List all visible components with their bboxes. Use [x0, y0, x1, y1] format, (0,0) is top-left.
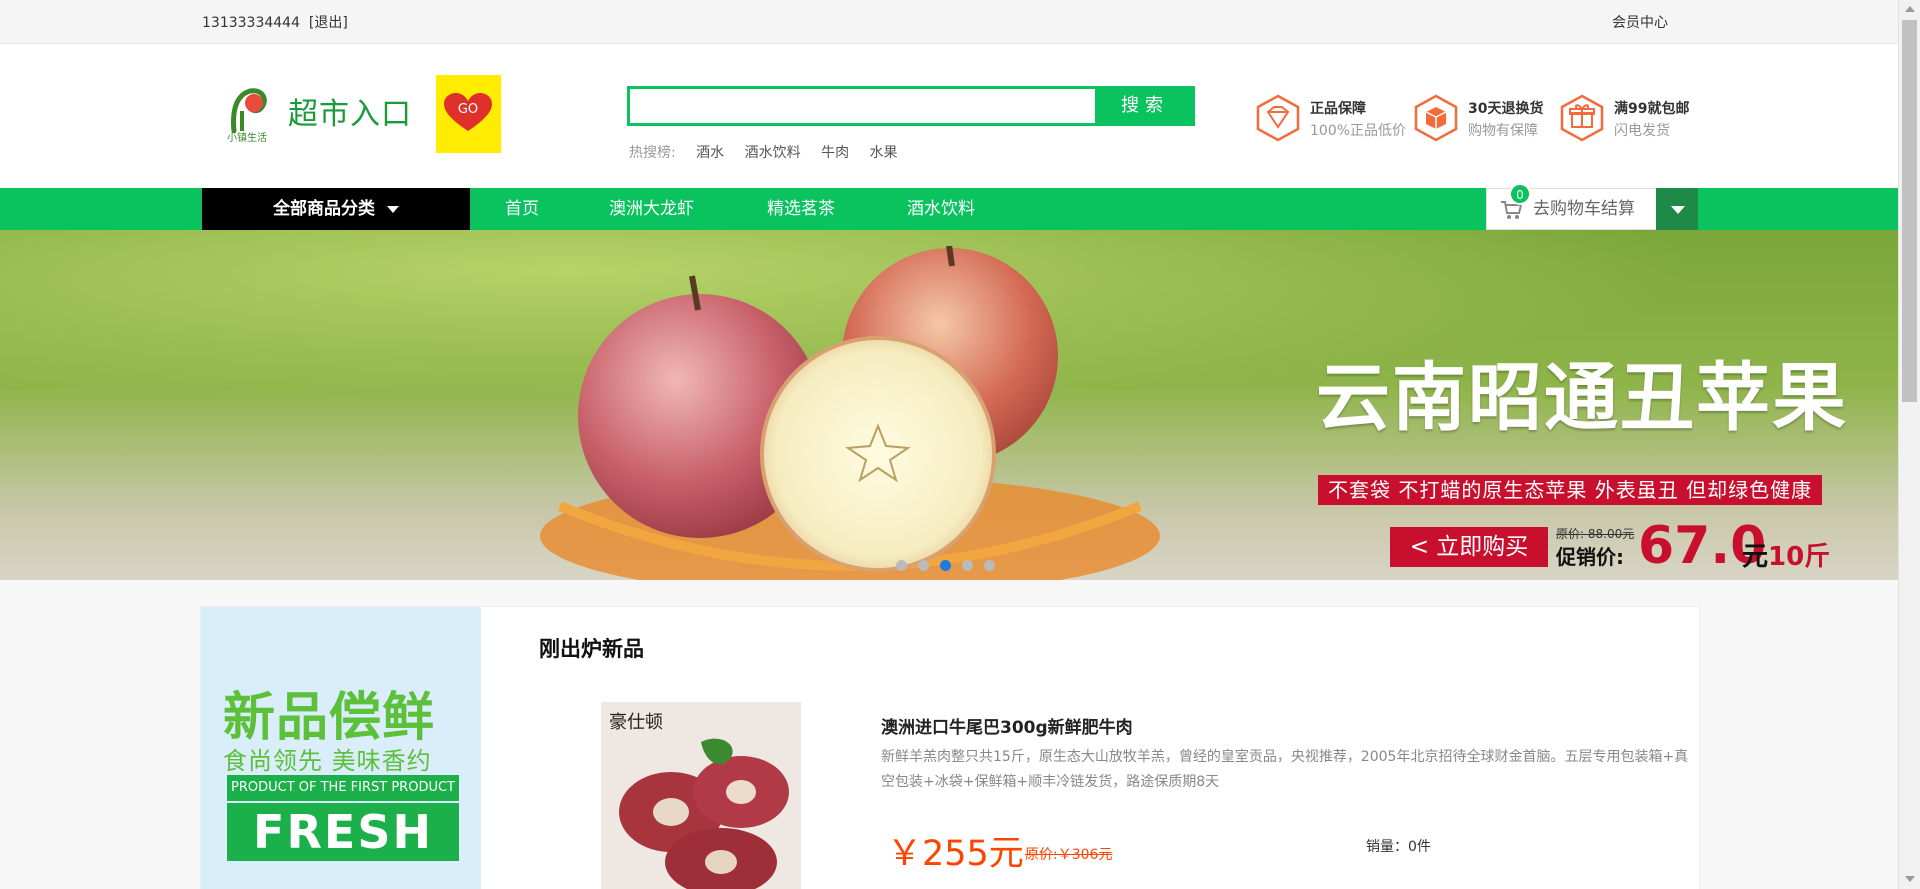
carousel-dot-active[interactable]	[940, 560, 951, 571]
search-button[interactable]: 搜索	[1095, 86, 1195, 126]
nav-link-home[interactable]: 首页	[505, 188, 539, 230]
promo-mid-text: 食尚领先 美味香约	[223, 747, 432, 775]
caret-down-icon	[1671, 206, 1685, 214]
carousel-dot[interactable]	[918, 560, 929, 571]
new-products-section: 新品偿鲜 食尚领先 美味香约 PRODUCT OF THE FIRST PROD…	[200, 606, 1700, 889]
promise-sub: 100%正品低价	[1310, 123, 1407, 139]
cart-label: 去购物车结算	[1533, 199, 1635, 219]
carousel-dot[interactable]	[962, 560, 973, 571]
buy-now-button[interactable]: < 立即购买	[1390, 527, 1548, 567]
nav-link-tea[interactable]: 精选茗茶	[767, 188, 835, 230]
scroll-down-icon[interactable]	[1905, 876, 1915, 882]
promise-genuine: 正品保障 100%正品低价	[1256, 94, 1416, 144]
banner-subline: 不套袋 不打蜡的原生态苹果 外表虽丑 但却绿色健康	[1318, 475, 1823, 505]
carousel-dots	[896, 556, 1006, 575]
hot-search-label: 热搜榜:	[629, 145, 676, 161]
bracket-close: ]	[342, 15, 348, 31]
promise-title: 满99就包邮	[1614, 101, 1690, 117]
section-title: 刚出炉新品	[539, 637, 644, 661]
member-center-link[interactable]: 会员中心	[1612, 12, 1668, 32]
logo[interactable]: 小镇生活 超市入口 GO	[222, 75, 502, 153]
user-info: 13133334444 [退出]	[202, 12, 348, 32]
heart-icon: GO	[444, 93, 492, 131]
hot-item[interactable]: 酒水	[696, 145, 724, 161]
product-name[interactable]: 澳洲进口牛尾巴300g新鲜肥牛肉	[881, 713, 1133, 738]
top-bar: 13133334444 [退出] 会员中心	[0, 0, 1898, 44]
main-nav: 全部商品分类 首页 澳洲大龙虾 精选茗茶 酒水饮料 0 去购物车结算	[0, 183, 1898, 230]
user-phone: 13133334444	[202, 15, 300, 31]
all-categories-button[interactable]: 全部商品分类	[202, 188, 470, 230]
header: 小镇生活 超市入口 GO 搜索 热搜榜: 酒水 酒水饮料 牛肉 水果 正品保障 …	[0, 44, 1898, 188]
original-price-text: 原价: 88.00元	[1556, 527, 1635, 541]
promo-unit-yuan: 元	[1742, 542, 1769, 572]
diamond-icon	[1256, 94, 1300, 142]
logout-link[interactable]: 退出	[314, 15, 342, 31]
product-sales: 销量：0件	[1366, 839, 1431, 855]
logo-title: 超市入口	[288, 97, 412, 132]
page-scrollbar[interactable]	[1898, 0, 1920, 889]
promise-sub: 闪电发货	[1614, 123, 1670, 139]
cart-dropdown-button[interactable]	[1656, 188, 1698, 230]
apple-basket-image	[540, 246, 1160, 580]
promo-big-text: 新品偿鲜	[223, 688, 436, 748]
promise-title: 30天退换货	[1468, 101, 1544, 117]
cart-button[interactable]: 0 去购物车结算	[1486, 183, 1670, 230]
promo-en-line: PRODUCT OF THE FIRST PRODUCT	[227, 775, 459, 801]
beef-image: 豪仕顿	[601, 702, 801, 889]
product-old-price: 原价:￥306元	[1025, 847, 1113, 863]
gift-icon	[1560, 94, 1604, 142]
hot-item[interactable]: 酒水饮料	[745, 145, 801, 161]
nav-link-lobster[interactable]: 澳洲大龙虾	[609, 188, 694, 230]
hot-search: 热搜榜: 酒水 酒水饮料 牛肉 水果	[629, 142, 898, 162]
promo-fresh-text: FRESH	[227, 803, 459, 861]
logo-small-text: 小镇生活	[227, 133, 267, 144]
search-input[interactable]	[630, 89, 1099, 123]
logo-go-badge: GO	[436, 75, 501, 153]
caret-down-icon	[387, 205, 399, 213]
promo-unit: 元10斤	[1742, 536, 1830, 573]
scroll-up-icon[interactable]	[1905, 6, 1915, 12]
image-watermark-text: 豪仕顿	[609, 712, 663, 733]
hot-item[interactable]: 牛肉	[821, 145, 849, 161]
carousel-dot[interactable]	[896, 560, 907, 571]
product-image[interactable]: 豪仕顿	[601, 702, 801, 889]
all-categories-label: 全部商品分类	[273, 199, 375, 219]
search-box	[627, 86, 1099, 126]
promise-sub: 购物有保障	[1468, 123, 1538, 139]
hero-banner[interactable]: 云南昭通丑苹果 不套袋 不打蜡的原生态苹果 外表虽丑 但却绿色健康 < 立即购买…	[0, 230, 1898, 580]
scrollbar-thumb[interactable]	[1902, 20, 1917, 402]
hot-item[interactable]: 水果	[870, 145, 898, 161]
promise-shipping: 满99就包邮 闪电发货	[1560, 94, 1720, 144]
search-bar: 搜索	[627, 86, 1195, 126]
box-icon	[1414, 94, 1458, 142]
page: 13133334444 [退出] 会员中心 小镇生活 超市入口 GO 搜索 热搜…	[0, 0, 1898, 889]
cart-count-badge: 0	[1509, 183, 1531, 205]
banner-original-price: 原价: 88.00元	[1556, 525, 1634, 542]
nav-link-drinks[interactable]: 酒水饮料	[907, 188, 975, 230]
promise-return: 30天退换货 购物有保障	[1414, 94, 1574, 144]
product-description: 新鲜羊羔肉整只共15斤，原生态大山放牧羊羔，曾经的皇室贡品，央视推荐，2005年…	[881, 749, 1689, 790]
product-price: ￥255元	[887, 834, 1024, 874]
logo-go-text: GO	[458, 102, 478, 117]
fresh-promo-panel[interactable]: 新品偿鲜 食尚领先 美味香约 PRODUCT OF THE FIRST PROD…	[201, 607, 481, 889]
promo-label: 促销价:	[1556, 545, 1624, 569]
promo-unit-weight: 10斤	[1768, 542, 1831, 572]
carousel-dot[interactable]	[984, 560, 995, 571]
banner-headline: 云南昭通丑苹果	[1316, 355, 1848, 441]
promise-title: 正品保障	[1310, 101, 1366, 117]
